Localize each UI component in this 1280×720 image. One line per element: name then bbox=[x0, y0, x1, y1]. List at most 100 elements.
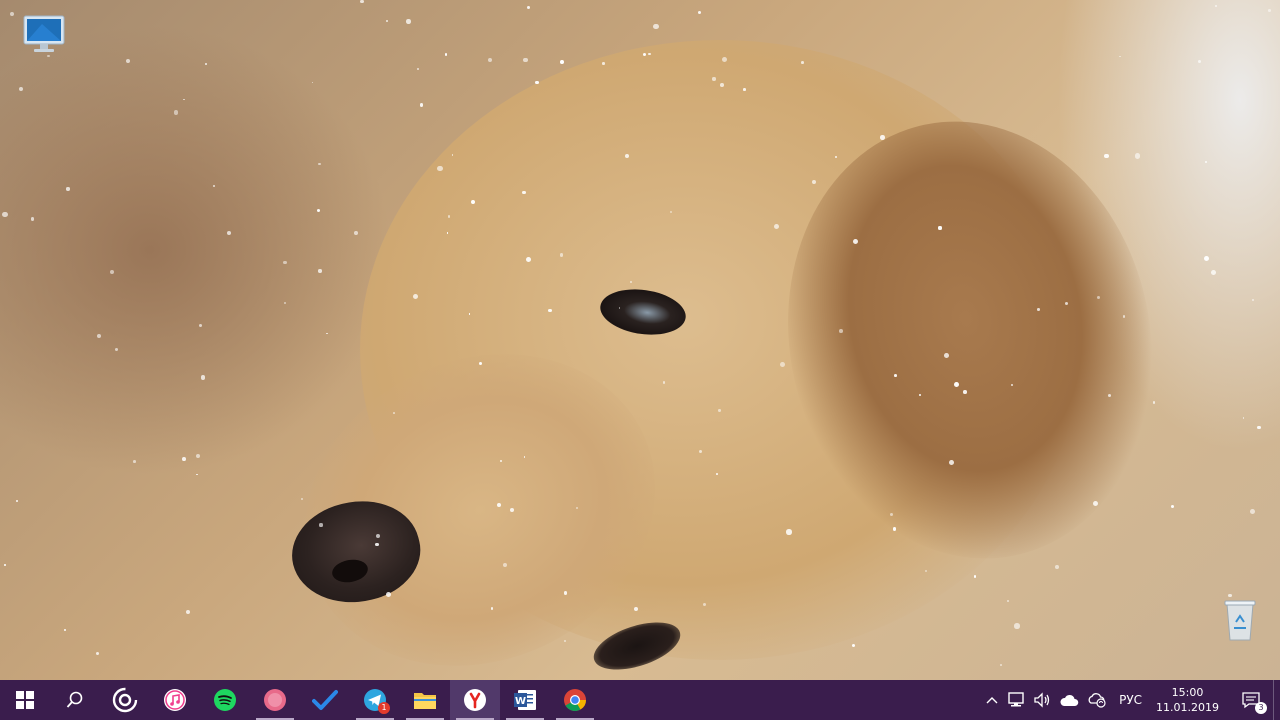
snowflake bbox=[880, 134, 885, 140]
spotify-button[interactable] bbox=[200, 680, 250, 720]
snowflake bbox=[893, 374, 897, 378]
snowflake bbox=[1007, 600, 1010, 603]
snowflake bbox=[948, 460, 954, 465]
snowflake bbox=[973, 575, 977, 578]
snowflake bbox=[375, 534, 380, 539]
snowflake bbox=[712, 77, 716, 81]
snowflake bbox=[326, 332, 328, 335]
snowflake bbox=[126, 59, 131, 64]
snowflake bbox=[470, 200, 475, 205]
snowflake bbox=[1250, 509, 1256, 515]
snowflake bbox=[499, 459, 503, 462]
desktop[interactable] bbox=[0, 0, 1280, 680]
snowflake bbox=[200, 375, 205, 380]
snowflake bbox=[943, 353, 949, 359]
snowflake bbox=[1152, 401, 1156, 405]
snowflake bbox=[317, 208, 321, 212]
word-letter: W bbox=[515, 696, 526, 707]
snowflake bbox=[1204, 160, 1208, 164]
snowflake bbox=[773, 223, 780, 229]
snowflake bbox=[1268, 9, 1271, 13]
clock[interactable]: 15:00 11.01.2019 bbox=[1150, 685, 1229, 715]
snowflake bbox=[1228, 593, 1232, 597]
file-explorer-button[interactable] bbox=[400, 680, 450, 720]
snowflake bbox=[1134, 153, 1141, 159]
snowflake bbox=[718, 409, 721, 412]
yandex-browser-button[interactable] bbox=[450, 680, 500, 720]
snowflake bbox=[1214, 4, 1218, 8]
wunderlist-button[interactable] bbox=[300, 680, 350, 720]
snowflake bbox=[419, 102, 424, 107]
show-desktop-button[interactable] bbox=[1273, 680, 1280, 720]
snowflake bbox=[575, 507, 578, 510]
search-icon bbox=[66, 691, 83, 708]
snowflake bbox=[95, 651, 100, 655]
snowflake bbox=[523, 57, 529, 63]
snowflake bbox=[1197, 59, 1202, 64]
snowflake bbox=[318, 269, 322, 273]
snowflake bbox=[1211, 270, 1217, 276]
cloud-icon bbox=[1060, 694, 1079, 706]
cortana-icon bbox=[112, 687, 138, 713]
show-hidden-icons-button[interactable] bbox=[981, 680, 1003, 720]
snowflake bbox=[938, 226, 942, 230]
snowflake bbox=[535, 80, 539, 85]
network-icon bbox=[1008, 692, 1024, 707]
chrome-button[interactable] bbox=[550, 680, 600, 720]
snowflake bbox=[393, 412, 395, 414]
itunes-button[interactable] bbox=[150, 680, 200, 720]
snowflake bbox=[319, 523, 323, 527]
snowflake bbox=[526, 5, 531, 10]
cortana-button[interactable] bbox=[100, 680, 150, 720]
telegram-unread-badge: 1 bbox=[378, 702, 390, 714]
snowflake bbox=[109, 270, 114, 275]
word-icon: W bbox=[514, 690, 536, 710]
snowflake bbox=[63, 629, 66, 632]
recycle-bin-icon[interactable] bbox=[1222, 598, 1258, 642]
snowflake bbox=[444, 53, 448, 57]
snowflake bbox=[618, 307, 621, 309]
system-tray: РУС 15:00 11.01.2019 3 bbox=[981, 680, 1280, 720]
snowflake bbox=[1257, 425, 1261, 430]
snowflake bbox=[2, 211, 8, 217]
snowflake bbox=[811, 179, 817, 184]
snowflake bbox=[720, 82, 724, 87]
snowflake bbox=[416, 68, 419, 71]
action-center-button[interactable]: 3 bbox=[1229, 680, 1273, 720]
snowflake bbox=[16, 500, 19, 503]
language-indicator[interactable]: РУС bbox=[1111, 680, 1150, 720]
snowflake bbox=[318, 162, 322, 166]
snowflake bbox=[18, 87, 23, 92]
snowflake bbox=[721, 56, 727, 63]
volume-button[interactable] bbox=[1029, 680, 1055, 720]
snowflake bbox=[195, 453, 200, 458]
snowflake bbox=[354, 231, 358, 235]
snowflake bbox=[1118, 55, 1121, 58]
search-button[interactable] bbox=[50, 680, 100, 720]
snowflake bbox=[114, 348, 118, 352]
snowflake bbox=[173, 110, 179, 115]
snowflake bbox=[1014, 623, 1020, 629]
telegram-button[interactable]: 1 bbox=[350, 680, 400, 720]
word-button[interactable]: W bbox=[500, 680, 550, 720]
yandex-icon bbox=[464, 689, 486, 711]
snowflake bbox=[743, 88, 747, 91]
speaker-icon bbox=[1034, 692, 1050, 708]
start-button[interactable] bbox=[0, 680, 50, 720]
snowflake bbox=[780, 362, 785, 367]
snowflake bbox=[66, 187, 70, 191]
network-button[interactable] bbox=[1003, 680, 1029, 720]
app-button[interactable] bbox=[250, 680, 300, 720]
snowflake bbox=[490, 607, 494, 610]
snowflake bbox=[1251, 298, 1254, 301]
snowflake bbox=[487, 58, 492, 63]
snowflake bbox=[963, 390, 967, 394]
snowflake bbox=[602, 62, 605, 65]
snowflake bbox=[133, 460, 136, 464]
computer-icon[interactable] bbox=[22, 14, 66, 56]
snowflake bbox=[185, 609, 190, 614]
onedrive-button[interactable] bbox=[1055, 680, 1083, 720]
sync-button[interactable] bbox=[1083, 680, 1111, 720]
snowflake bbox=[1010, 383, 1014, 386]
snowflake bbox=[892, 527, 897, 531]
